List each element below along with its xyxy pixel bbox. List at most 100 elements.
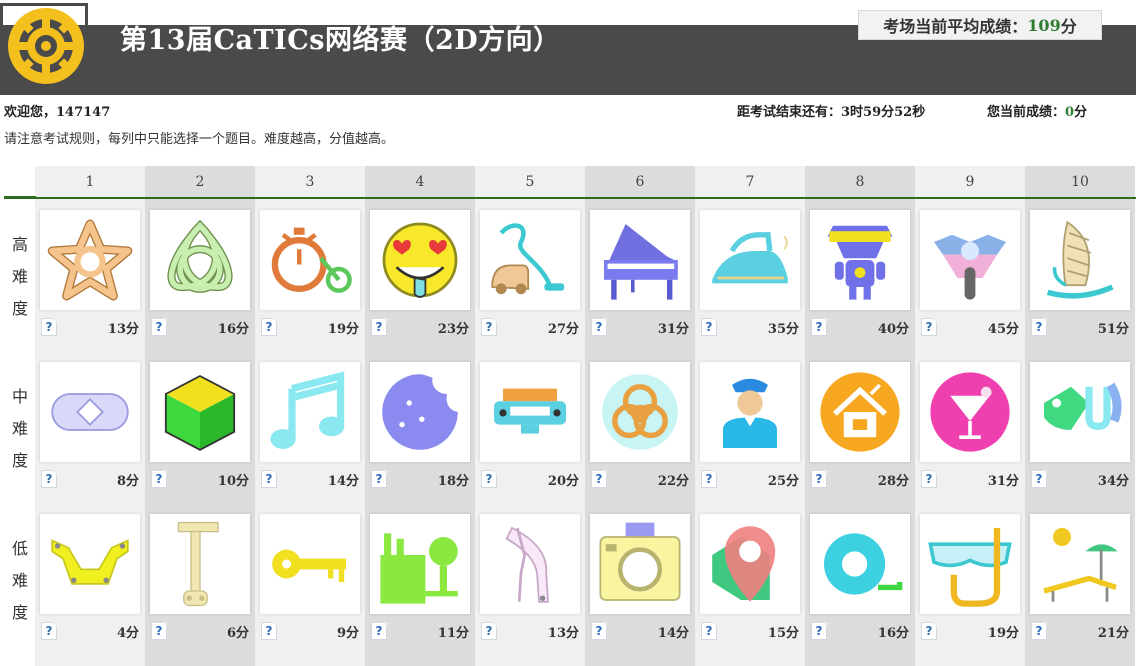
- help-icon[interactable]: ?: [481, 622, 497, 640]
- help-icon[interactable]: ?: [41, 318, 57, 336]
- question-card[interactable]: ? 19分: [915, 503, 1025, 655]
- key-lever-icon: [155, 519, 245, 609]
- help-icon[interactable]: ?: [921, 470, 937, 488]
- question-tile[interactable]: [700, 514, 800, 614]
- question-card[interactable]: ? 23分: [365, 199, 475, 351]
- help-icon[interactable]: ?: [41, 470, 57, 488]
- question-score: 19分: [327, 322, 359, 337]
- question-tile[interactable]: [150, 362, 250, 462]
- question-card[interactable]: ? 10分: [145, 351, 255, 503]
- question-score: 20分: [547, 474, 579, 489]
- question-card[interactable]: ? 31分: [585, 199, 695, 351]
- beach-lounger-icon: [1035, 519, 1125, 609]
- help-icon[interactable]: ?: [591, 470, 607, 488]
- question-tile[interactable]: [1030, 514, 1130, 614]
- question-card[interactable]: ? 9分: [255, 503, 365, 655]
- question-card[interactable]: ? 21分: [1025, 503, 1135, 655]
- help-icon[interactable]: ?: [261, 622, 277, 640]
- help-icon[interactable]: ?: [151, 318, 167, 336]
- question-tile[interactable]: [260, 362, 360, 462]
- cube-icon: [155, 367, 245, 457]
- help-icon[interactable]: ?: [41, 622, 57, 640]
- question-tile[interactable]: [810, 514, 910, 614]
- help-icon[interactable]: ?: [591, 318, 607, 336]
- question-tile[interactable]: [810, 210, 910, 310]
- help-icon[interactable]: ?: [261, 470, 277, 488]
- question-tile[interactable]: [370, 210, 470, 310]
- question-card[interactable]: ? 20分: [475, 351, 585, 503]
- question-tile[interactable]: [700, 210, 800, 310]
- question-card[interactable]: ? 16分: [145, 199, 255, 351]
- question-tile[interactable]: [370, 514, 470, 614]
- help-icon[interactable]: ?: [701, 622, 717, 640]
- question-tile[interactable]: [480, 210, 580, 310]
- question-tile[interactable]: [40, 514, 140, 614]
- question-card[interactable]: ? 8分: [35, 351, 145, 503]
- question-tile[interactable]: [480, 514, 580, 614]
- question-card[interactable]: ? 13分: [475, 503, 585, 655]
- question-tile[interactable]: [260, 514, 360, 614]
- question-tile[interactable]: [810, 362, 910, 462]
- help-icon[interactable]: ?: [811, 470, 827, 488]
- question-card[interactable]: ? 34分: [1025, 351, 1135, 503]
- help-icon[interactable]: ?: [811, 318, 827, 336]
- question-card[interactable]: ? 16分: [805, 503, 915, 655]
- question-card[interactable]: ? 19分: [255, 199, 365, 351]
- question-card[interactable]: ? 27分: [475, 199, 585, 351]
- question-card[interactable]: ? 4分: [35, 503, 145, 655]
- question-tile[interactable]: [260, 210, 360, 310]
- question-card[interactable]: ? 31分: [915, 351, 1025, 503]
- help-icon[interactable]: ?: [261, 318, 277, 336]
- question-card[interactable]: ? 51分: [1025, 199, 1135, 351]
- question-card[interactable]: ? 40分: [805, 199, 915, 351]
- help-icon[interactable]: ?: [921, 318, 937, 336]
- help-icon[interactable]: ?: [1031, 622, 1047, 640]
- question-tile[interactable]: [40, 362, 140, 462]
- question-score: 16分: [217, 322, 249, 337]
- question-tile[interactable]: [920, 514, 1020, 614]
- help-icon[interactable]: ?: [921, 622, 937, 640]
- question-tile[interactable]: [590, 362, 690, 462]
- question-card[interactable]: ? 14分: [585, 503, 695, 655]
- question-tile[interactable]: [150, 210, 250, 310]
- help-icon[interactable]: ?: [1031, 318, 1047, 336]
- question-tile[interactable]: [920, 362, 1020, 462]
- question-card[interactable]: ? 13分: [35, 199, 145, 351]
- question-tile[interactable]: [40, 210, 140, 310]
- question-card[interactable]: ? 11分: [365, 503, 475, 655]
- help-icon[interactable]: ?: [151, 470, 167, 488]
- question-tile[interactable]: [1030, 210, 1130, 310]
- question-score: 28分: [877, 474, 909, 489]
- rules-text: 请注意考试规则，每列中只能选择一个题目。难度越高，分值越高。: [4, 132, 395, 147]
- help-icon[interactable]: ?: [371, 470, 387, 488]
- question-card[interactable]: ? 22分: [585, 351, 695, 503]
- question-tile[interactable]: [1030, 362, 1130, 462]
- question-card[interactable]: ? 15分: [695, 503, 805, 655]
- help-icon[interactable]: ?: [1031, 470, 1047, 488]
- question-card[interactable]: ? 45分: [915, 199, 1025, 351]
- help-icon[interactable]: ?: [591, 622, 607, 640]
- question-card[interactable]: ? 25分: [695, 351, 805, 503]
- question-card[interactable]: ? 14分: [255, 351, 365, 503]
- question-score: 45分: [987, 322, 1019, 337]
- question-tile[interactable]: [590, 210, 690, 310]
- question-tile[interactable]: [150, 514, 250, 614]
- question-card[interactable]: ? 6分: [145, 503, 255, 655]
- help-icon[interactable]: ?: [701, 318, 717, 336]
- help-icon[interactable]: ?: [371, 318, 387, 336]
- question-card[interactable]: ? 35分: [695, 199, 805, 351]
- question-tile[interactable]: [590, 514, 690, 614]
- question-tile[interactable]: [370, 362, 470, 462]
- question-tile[interactable]: [480, 362, 580, 462]
- question-card[interactable]: ? 28分: [805, 351, 915, 503]
- help-icon[interactable]: ?: [481, 470, 497, 488]
- help-icon[interactable]: ?: [481, 318, 497, 336]
- help-icon[interactable]: ?: [371, 622, 387, 640]
- question-card[interactable]: ? 18分: [365, 351, 475, 503]
- question-tile[interactable]: [920, 210, 1020, 310]
- question-tile[interactable]: [700, 362, 800, 462]
- help-icon[interactable]: ?: [701, 470, 717, 488]
- stopwatch-bicycle-icon: [265, 215, 355, 305]
- help-icon[interactable]: ?: [151, 622, 167, 640]
- help-icon[interactable]: ?: [811, 622, 827, 640]
